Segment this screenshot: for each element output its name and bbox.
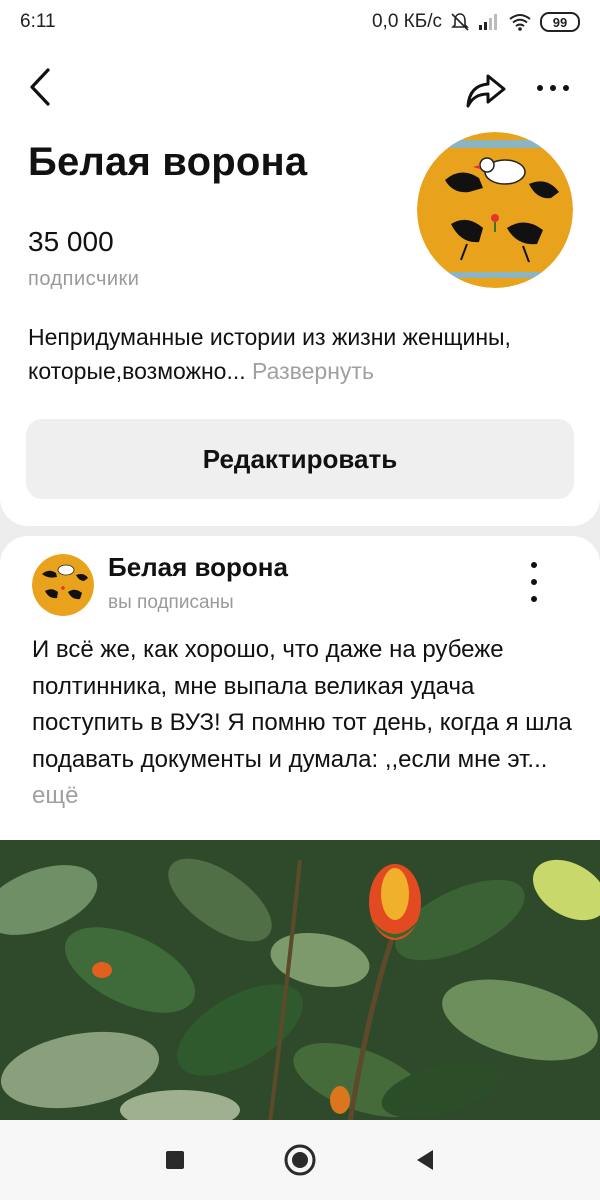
subscribers-label: подписчики xyxy=(28,268,140,290)
status-icons: 0,0 КБ/с 99 xyxy=(372,11,580,33)
muted-bell-icon xyxy=(451,13,469,31)
subscribers-count: 35 000 xyxy=(28,226,114,257)
channel-title: Белая ворона xyxy=(28,140,308,184)
android-nav-bar xyxy=(0,1120,600,1200)
network-speed: 0,0 КБ/с xyxy=(371,11,442,32)
channel-avatar[interactable] xyxy=(417,132,573,288)
expand-link[interactable]: Развернуть xyxy=(252,358,374,384)
status-time: 6:11 xyxy=(20,11,56,32)
menu-dot xyxy=(531,579,537,585)
channel-header-card: Белая ворона 35 000 подписчики Непридума… xyxy=(0,44,600,526)
menu-dot xyxy=(531,562,537,568)
post-author-name[interactable]: Белая ворона xyxy=(108,552,288,583)
signal-icon xyxy=(479,14,497,30)
subscription-status: вы подписаны xyxy=(108,592,234,613)
channel-description: Непридуманные истории из жизни женщины, … xyxy=(28,320,576,388)
circle-icon[interactable] xyxy=(280,1140,320,1180)
share-icon[interactable] xyxy=(464,70,508,110)
post-card: Белая ворона вы подписаны И всё же, как … xyxy=(0,536,600,1136)
back-arrow-icon[interactable] xyxy=(24,64,58,110)
square-icon[interactable] xyxy=(155,1140,195,1180)
more-icon[interactable] xyxy=(530,74,576,102)
post-text[interactable]: И всё же, как хорошо, что даже на рубеже… xyxy=(32,632,572,815)
more-dot xyxy=(563,85,569,91)
battery-indicator: 99 xyxy=(540,12,580,32)
post-body: И всё же, как хорошо, что даже на рубеже… xyxy=(32,636,572,773)
edit-button[interactable]: Редактировать xyxy=(26,419,574,499)
more-dot xyxy=(537,85,543,91)
triangle-back-icon[interactable] xyxy=(405,1140,445,1180)
menu-dot xyxy=(531,596,537,602)
more-dot xyxy=(550,85,556,91)
post-image[interactable] xyxy=(0,840,600,1122)
vertical-dots-icon[interactable] xyxy=(520,562,548,602)
more-link[interactable]: ещё xyxy=(32,782,78,809)
post-author-avatar[interactable] xyxy=(32,554,94,616)
wifi-icon xyxy=(509,14,531,31)
status-bar: 6:11 0,0 КБ/с 99 xyxy=(0,0,600,44)
